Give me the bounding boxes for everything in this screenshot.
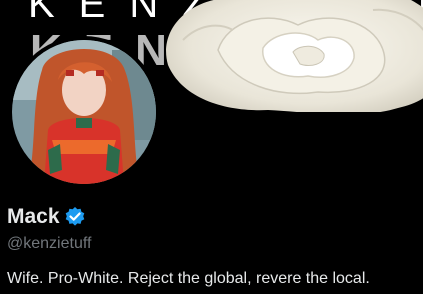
avatar-border[interactable] <box>8 36 160 188</box>
profile-name-row: Mack <box>7 205 86 229</box>
rose-image <box>166 0 423 112</box>
profile-handle: @kenzietuff <box>7 235 92 252</box>
avatar-portrait-image <box>12 40 156 184</box>
profile-bio: Wife. Pro-White. Reject the global, reve… <box>7 270 370 287</box>
verified-badge-icon[interactable] <box>64 206 86 228</box>
avatar[interactable] <box>12 40 156 184</box>
display-name: Mack <box>7 205 60 228</box>
